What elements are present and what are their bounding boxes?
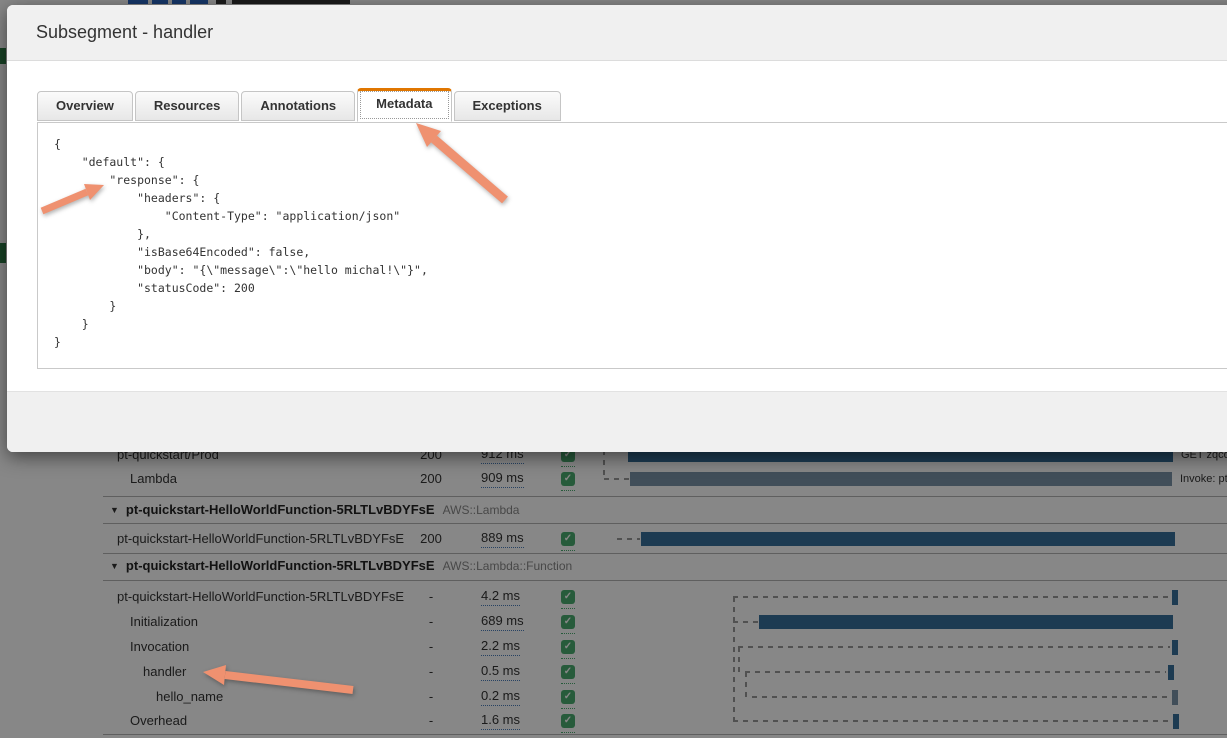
- metadata-json-viewer: { "default": { "response": { "headers": …: [37, 122, 1227, 369]
- modal-tab-bar: OverviewResourcesAnnotationsMetadataExce…: [37, 88, 563, 123]
- modal-header: Subsegment - handler: [7, 5, 1227, 61]
- subsegment-modal: Subsegment - handler OverviewResourcesAn…: [7, 5, 1227, 452]
- modal-footer: [7, 391, 1227, 452]
- metadata-json-content: { "default": { "response": { "headers": …: [38, 123, 1227, 351]
- xray-trace-page: pt-quickstart/Prod200912 ms✓GET zqcoLamb…: [0, 0, 1227, 738]
- modal-title: Subsegment - handler: [36, 22, 213, 43]
- tab-annotations[interactable]: Annotations: [241, 91, 355, 121]
- tab-metadata[interactable]: Metadata: [357, 88, 451, 122]
- tab-overview[interactable]: Overview: [37, 91, 133, 121]
- tab-exceptions[interactable]: Exceptions: [454, 91, 561, 121]
- tab-resources[interactable]: Resources: [135, 91, 239, 121]
